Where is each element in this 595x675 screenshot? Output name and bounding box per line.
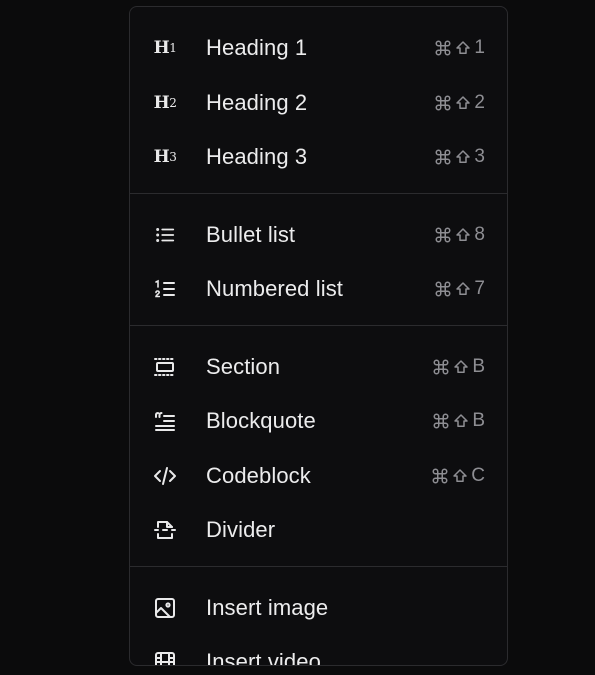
shift-icon: [456, 228, 471, 241]
command-icon: [433, 413, 449, 429]
numbered-list-icon: [152, 276, 178, 302]
menu-item-label: Divider: [206, 517, 276, 543]
menu-item-label: Bullet list: [206, 221, 296, 247]
keyboard-shortcut: B: [432, 356, 485, 378]
menu-item-divider[interactable]: Divider: [130, 503, 507, 558]
blockquote-icon: [152, 408, 178, 434]
menu-item-insert-video[interactable]: Insert video: [130, 635, 507, 666]
menu-group-lists: Bullet list 8 Numbered list 7: [130, 192, 507, 325]
keyboard-shortcut: 3: [434, 146, 485, 168]
menu-item-label: Numbered list: [206, 276, 344, 302]
menu-item-blockquote[interactable]: Blockquote B: [130, 394, 507, 449]
shortcut-key: 3: [474, 146, 485, 168]
heading-1-icon: H1: [153, 38, 177, 59]
keyboard-shortcut: C: [431, 465, 485, 487]
shift-icon: [456, 150, 471, 164]
keyboard-shortcut: 7: [434, 278, 485, 300]
menu-item-section[interactable]: Section B: [130, 340, 507, 395]
shortcut-key: B: [472, 355, 485, 377]
shift-icon: [454, 414, 469, 428]
shift-icon: [454, 360, 469, 373]
menu-item-label: Heading 1: [206, 35, 308, 61]
menu-item-label: Heading 2: [206, 89, 308, 115]
menu-item-label: Heading 3: [206, 144, 308, 170]
divider-icon: [152, 517, 178, 543]
menu-group-headings: H1 Heading 1 1 H2 Heading 2 2 H3 Heading…: [130, 7, 507, 193]
menu-item-heading-3[interactable]: H3 Heading 3 3: [130, 130, 507, 185]
shortcut-key: 1: [474, 37, 485, 59]
command-icon: [432, 468, 448, 484]
command-icon: [433, 359, 449, 375]
shortcut-key: C: [471, 464, 485, 486]
command-icon: [435, 227, 451, 243]
menu-group-media: Insert image Insert video: [130, 565, 507, 666]
menu-item-label: Blockquote: [206, 408, 316, 434]
command-icon: [435, 40, 451, 56]
menu-item-insert-image[interactable]: Insert image: [130, 581, 507, 636]
codeblock-icon: [152, 463, 178, 489]
keyboard-shortcut: B: [432, 410, 485, 432]
command-icon: [435, 95, 451, 111]
heading-3-icon: H3: [153, 147, 177, 168]
menu-item-bullet-list[interactable]: Bullet list 8: [130, 208, 507, 263]
keyboard-shortcut: 8: [434, 224, 485, 246]
heading-2-icon: H2: [153, 92, 177, 113]
shift-icon: [456, 41, 471, 55]
menu-item-codeblock[interactable]: Codeblock C: [130, 449, 507, 504]
bullet-list-icon: [152, 222, 178, 248]
image-icon: [152, 595, 178, 621]
shortcut-key: 8: [474, 223, 485, 245]
menu-item-label: Codeblock: [206, 462, 311, 488]
menu-item-label: Section: [206, 353, 281, 379]
menu-item-heading-1[interactable]: H1 Heading 1 1: [130, 21, 507, 76]
command-icon: [435, 281, 451, 297]
shortcut-key: 2: [474, 91, 485, 113]
block-insert-menu: H1 Heading 1 1 H2 Heading 2 2 H3 Heading…: [129, 6, 508, 666]
shortcut-key: 7: [474, 278, 485, 300]
shortcut-key: B: [472, 410, 485, 432]
keyboard-shortcut: 2: [434, 92, 485, 114]
shift-icon: [456, 96, 471, 109]
command-icon: [435, 149, 451, 165]
menu-item-label: Insert video: [206, 649, 321, 666]
video-icon: [152, 649, 178, 665]
shift-icon: [453, 469, 468, 482]
shift-icon: [456, 282, 471, 296]
menu-item-label: Insert image: [206, 594, 329, 620]
menu-item-numbered-list[interactable]: Numbered list 7: [130, 262, 507, 317]
menu-item-heading-2[interactable]: H2 Heading 2 2: [130, 76, 507, 131]
section-icon: [152, 354, 178, 380]
menu-group-blocks: Section B Blockquote B Codeblock C Divid…: [130, 324, 507, 566]
keyboard-shortcut: 1: [434, 37, 485, 59]
